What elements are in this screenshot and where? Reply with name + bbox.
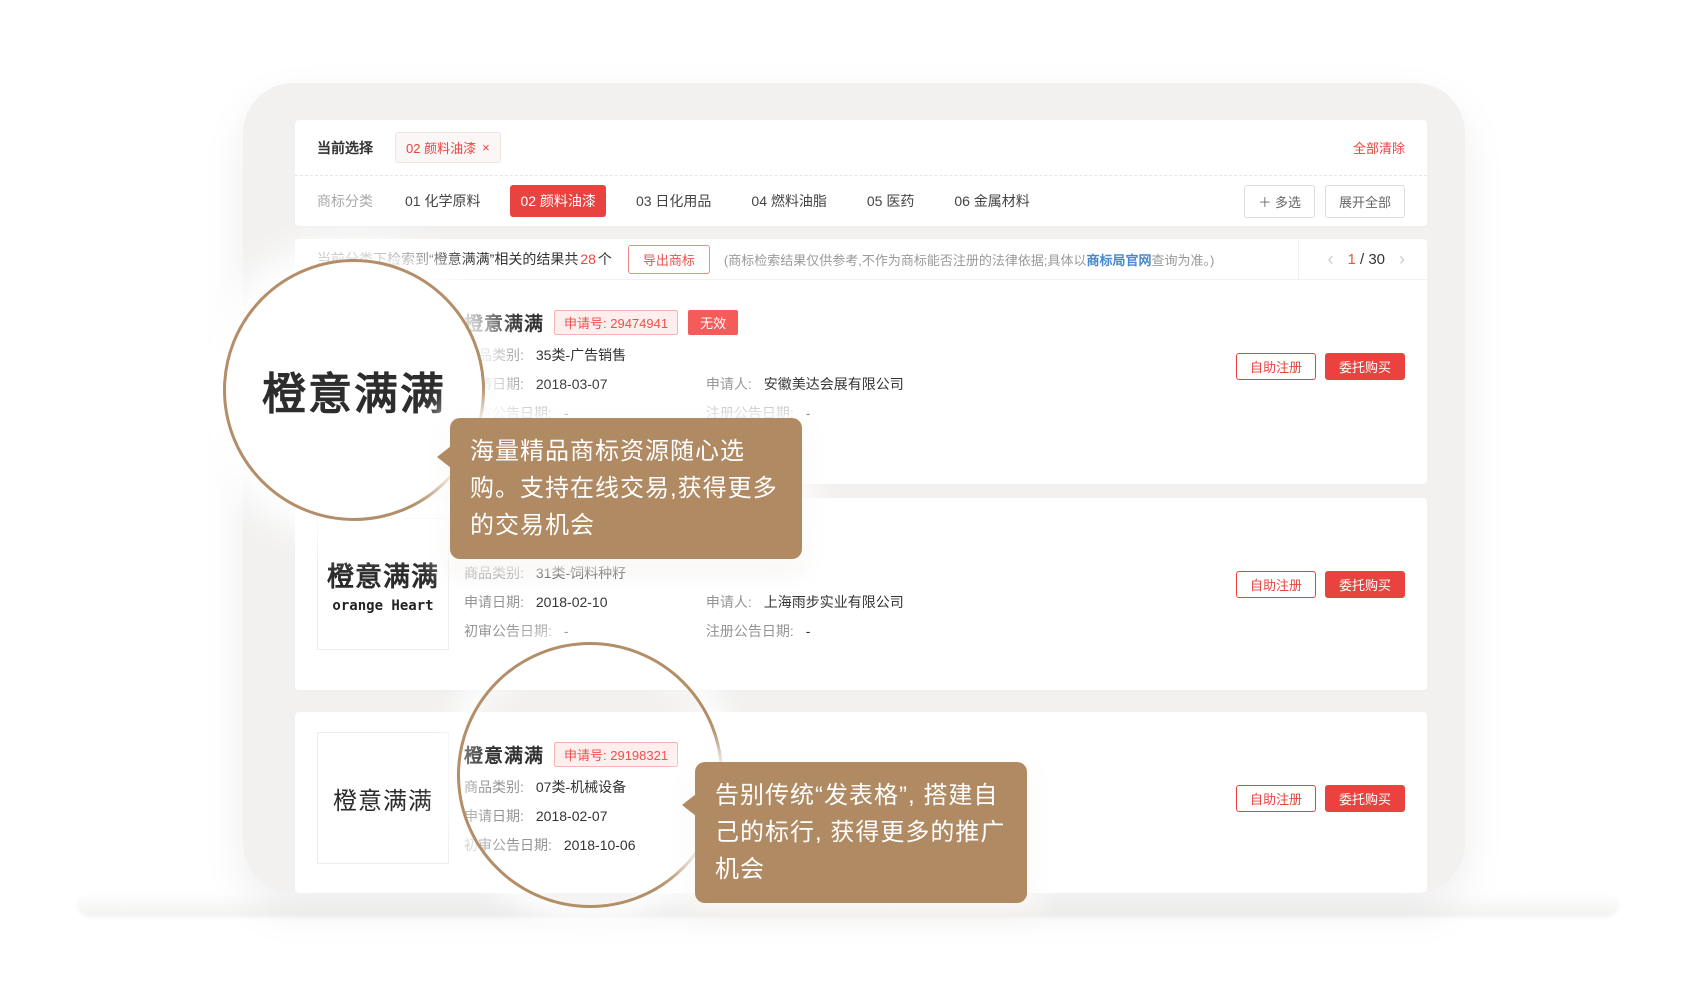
selected-filter-chip-label: 02 颜料油漆	[406, 138, 476, 157]
page: 当前选择 02 颜料油漆 × 全部清除 商标分类 01 化学原料 02 颜料油漆…	[0, 0, 1696, 1002]
application-number-tag: 申请号: 29474941	[554, 310, 678, 335]
category-item-04[interactable]: 04 燃料油脂	[741, 185, 836, 217]
category-item-06[interactable]: 06 金属材料	[944, 185, 1039, 217]
applicant-label: 申请人:	[706, 594, 752, 610]
reg-pub-value: -	[806, 623, 811, 639]
trademark-image-text: 橙意满满	[333, 781, 433, 816]
applicant-value: 安徽美达会展有限公司	[764, 376, 904, 392]
summary-suffix: 个	[598, 251, 612, 267]
page-separator: /	[1360, 251, 1364, 268]
filter-panel: 当前选择 02 颜料油漆 × 全部清除 商标分类 01 化学原料 02 颜料油漆…	[295, 120, 1427, 226]
category-row: 商标分类 01 化学原料 02 颜料油漆 03 日化用品 04 燃料油脂 05 …	[295, 175, 1427, 226]
current-selection-label: 当前选择	[317, 138, 373, 158]
pagination: ‹ 1 / 30 ›	[1298, 239, 1427, 279]
category-label: 商标分类	[317, 191, 373, 211]
reg-pub-label: 注册公告日期:	[706, 623, 794, 639]
current-selection-row: 当前选择 02 颜料油漆 × 全部清除	[295, 120, 1427, 175]
results-count: 28	[580, 251, 596, 267]
disclaimer-pre: (商标检索结果仅供参考,不作为商标能否注册的法律依据;具体以	[724, 253, 1087, 268]
row-actions: 自助注册 委托购买	[1236, 571, 1405, 598]
tooltip-trademark-resources: 海量精品商标资源随心选购。支持在线交易,获得更多的交易机会	[450, 418, 802, 559]
multi-select-button[interactable]: ＋ 多选	[1244, 185, 1315, 218]
prev-page-icon[interactable]: ‹	[1323, 249, 1337, 270]
row-actions: 自助注册 委托购买	[1236, 353, 1405, 380]
category-item-05[interactable]: 05 医药	[857, 185, 924, 217]
category-field-value: 31类-饲料种籽	[536, 565, 626, 581]
category-item-02-active[interactable]: 02 颜料油漆	[510, 185, 605, 217]
category-field-label: 商品类别:	[464, 565, 524, 581]
trademark-name: 橙意满满	[464, 309, 544, 336]
row-actions: 自助注册 委托购买	[1236, 785, 1405, 812]
disclaimer-post: 查询为准。)	[1152, 253, 1215, 268]
first-pub-label: 初审公告日期:	[464, 623, 552, 639]
trademark-image: 橙意满满 orange Heart	[317, 518, 449, 650]
status-badge: 无效	[688, 310, 738, 335]
entrust-buy-button[interactable]: 委托购买	[1325, 785, 1405, 812]
self-register-button[interactable]: 自助注册	[1236, 571, 1316, 598]
magnifier-lens-icon	[457, 642, 723, 908]
disclaimer-text: (商标检索结果仅供参考,不作为商标能否注册的法律依据;具体以商标局官网查询为准。…	[724, 250, 1299, 269]
entrust-buy-button[interactable]: 委托购买	[1325, 353, 1405, 380]
expand-all-button[interactable]: 展开全部	[1325, 185, 1405, 218]
trademark-details: 橙意满满 申请号: 29474941 无效 商品类别:35类-广告销售 申请日期…	[464, 300, 944, 432]
trademark-image: 橙意满满	[317, 732, 449, 864]
apply-date-label: 申请日期:	[464, 594, 524, 610]
first-pub-value: -	[564, 623, 569, 639]
self-register-button[interactable]: 自助注册	[1236, 785, 1316, 812]
magnified-trademark-text: 橙意满满	[262, 358, 446, 422]
current-page: 1	[1347, 251, 1355, 268]
trademark-office-link[interactable]: 商标局官网	[1086, 253, 1151, 268]
clear-all-button[interactable]: 全部清除	[1353, 138, 1405, 157]
self-register-button[interactable]: 自助注册	[1236, 353, 1316, 380]
category-item-03[interactable]: 03 日化用品	[626, 185, 721, 217]
category-field-value: 35类-广告销售	[536, 347, 626, 363]
trademark-image-subtext: orange Heart	[332, 598, 433, 614]
magnifier-lens-icon: 橙意满满	[223, 259, 485, 521]
tooltip-promotion: 告别传统“发表格”, 搭建自己的标行, 获得更多的推广机会	[695, 762, 1027, 903]
reg-pub-value: -	[806, 405, 811, 421]
category-item-01[interactable]: 01 化学原料	[395, 185, 490, 217]
entrust-buy-button[interactable]: 委托购买	[1325, 571, 1405, 598]
next-page-icon[interactable]: ›	[1395, 249, 1409, 270]
apply-date-value: 2018-03-07	[536, 376, 608, 392]
export-trademark-button[interactable]: 导出商标	[628, 245, 710, 274]
category-list: 01 化学原料 02 颜料油漆 03 日化用品 04 燃料油脂 05 医药 06…	[395, 185, 1052, 217]
results-header: 当前分类下检索到“橙意满满”相关的结果共28个 导出商标 (商标检索结果仅供参考…	[295, 239, 1427, 280]
filter-buttons: ＋ 多选 展开全部	[1244, 185, 1405, 218]
applicant-label: 申请人:	[706, 376, 752, 392]
trademark-image-text: 橙意满满	[327, 555, 439, 594]
close-icon[interactable]: ×	[482, 141, 490, 154]
total-pages: 30	[1368, 251, 1385, 268]
apply-date-value: 2018-02-10	[536, 594, 608, 610]
selected-filter-chip[interactable]: 02 颜料油漆 ×	[395, 132, 501, 163]
applicant-value: 上海雨步实业有限公司	[764, 594, 904, 610]
